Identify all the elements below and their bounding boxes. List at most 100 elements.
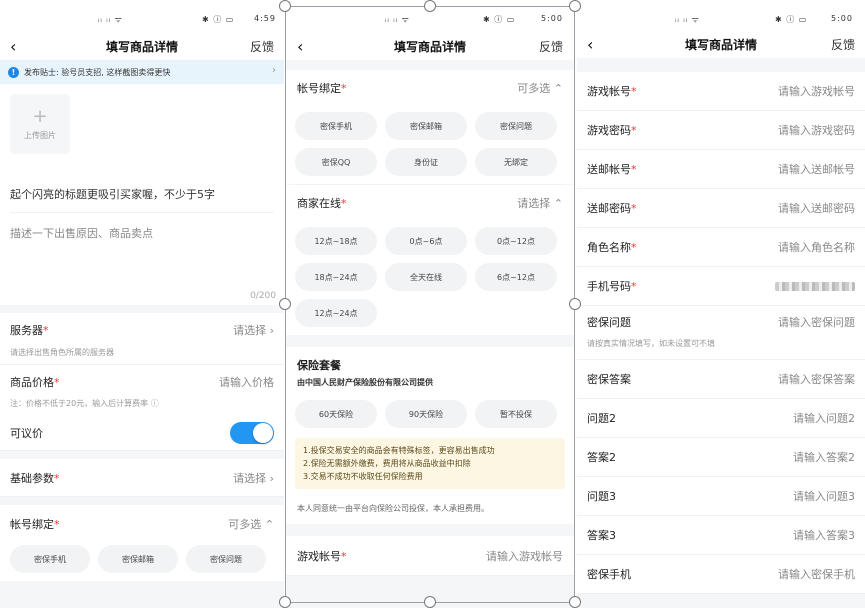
chip-option[interactable]: 密保邮箱: [385, 112, 467, 140]
title-input[interactable]: 起个闪亮的标题更吸引买家喔，不少于5字: [10, 164, 274, 213]
form-row[interactable]: 送邮密码* 请输入送邮密码: [577, 189, 865, 228]
insurance-title: 保险套餐: [285, 347, 575, 375]
chip-option[interactable]: 密保问题: [186, 545, 266, 573]
resize-handle[interactable]: [569, 596, 581, 608]
form-input[interactable]: 请输入答案2: [793, 449, 855, 465]
tip-banner[interactable]: ! 发布贴士: 验号员支招, 这样截图卖得更快 ›: [0, 60, 284, 84]
signal-icon: ᵢₗ ᵢₗ ᯤ: [675, 15, 700, 24]
server-select[interactable]: 请选择 ›: [233, 322, 274, 338]
chip-option[interactable]: 全天在线: [385, 263, 467, 291]
form-row[interactable]: 角色名称* 请输入角色名称: [577, 228, 865, 267]
merchant-online-select[interactable]: 请选择 ⌃: [517, 195, 563, 211]
navbar: ‹ 填写商品详情 反馈: [285, 36, 575, 60]
form-row[interactable]: 密保答案 请输入密保答案: [577, 360, 865, 399]
feedback-button[interactable]: 反馈: [539, 38, 563, 55]
server-label: 服务器: [10, 324, 43, 337]
chip-option[interactable]: 身份证: [385, 148, 467, 176]
form-input[interactable]: 请输入游戏帐号: [778, 83, 855, 99]
chip-option[interactable]: 密保邮箱: [98, 545, 178, 573]
form-label: 送邮密码: [587, 202, 631, 215]
status-icons: ✱ ⓘ ▭: [202, 15, 235, 24]
question-hint: 请按真实情况填写，如未设置可不填: [577, 338, 865, 360]
form-input[interactable]: 请输入游戏密码: [778, 122, 855, 138]
canvas: ᵢₗ ᵢₗ ᯤ ✱ ⓘ ▭ 4:59 ‹ 填写商品详情 反馈 ! 发布贴士: 验…: [0, 0, 865, 608]
form-input[interactable]: 请输入密保问题: [778, 314, 855, 330]
form-row[interactable]: 答案3 请输入答案3: [577, 516, 865, 555]
feedback-button[interactable]: 反馈: [831, 36, 855, 53]
chip-option[interactable]: 18点~24点: [295, 263, 377, 291]
price-label: 商品价格: [10, 375, 54, 389]
form-input[interactable]: 请输入角色名称: [778, 239, 855, 255]
resize-handle[interactable]: [569, 298, 581, 310]
form-row[interactable]: 密保手机 请输入密保手机: [577, 555, 865, 594]
account-binding-row[interactable]: 帐号绑定* 可多选 ⌃: [0, 505, 284, 543]
status-bar: ᵢₗ ᵢₗ ᯤ ✱ ⓘ ▭ 4:59: [0, 0, 284, 36]
form-label: 送邮帐号: [587, 163, 631, 176]
account-binding-label: 帐号绑定: [10, 518, 54, 531]
price-hint: 注：价格不低于20元，输入后计算费率 ⓘ: [0, 398, 284, 415]
chip-option[interactable]: 密保手机: [10, 545, 90, 573]
form-input[interactable]: 请输入密保答案: [778, 371, 855, 387]
base-params-row[interactable]: 基础参数* 请选择 ›: [0, 459, 284, 497]
base-params-label: 基础参数: [10, 471, 54, 485]
upload-image-button[interactable]: + 上传图片: [10, 94, 70, 154]
chip-option[interactable]: 12点~18点: [295, 227, 377, 255]
form-row[interactable]: 问题2 请输入问题2: [577, 399, 865, 438]
description-input[interactable]: 描述一下出售原因、商品卖点 0/200: [0, 213, 284, 305]
resize-handle[interactable]: [424, 596, 436, 608]
resize-handle[interactable]: [279, 596, 291, 608]
form-input[interactable]: 请输入问题3: [793, 488, 855, 504]
feedback-button[interactable]: 反馈: [250, 38, 274, 55]
form-row[interactable]: 手机号码*: [577, 267, 865, 306]
form-label: 密保问题: [587, 316, 631, 329]
game-account-label: 游戏帐号: [297, 549, 341, 563]
merchant-online-header[interactable]: 商家在线* 请选择 ⌃: [285, 185, 575, 221]
game-account-input[interactable]: 请输入游戏帐号: [486, 548, 563, 564]
form-row[interactable]: 问题3 请输入问题3: [577, 477, 865, 516]
account-binding-multi[interactable]: 可多选 ⌃: [517, 80, 563, 96]
insurance-provider: 由中国人民财产保险股份有限公司提供: [285, 375, 575, 392]
negotiable-toggle[interactable]: [230, 421, 274, 444]
account-binding-multi[interactable]: 可多选 ⌃: [228, 516, 274, 532]
form-row[interactable]: 答案2 请输入答案2: [577, 438, 865, 477]
form-label: 游戏帐号: [587, 85, 631, 98]
form-row[interactable]: 送邮帐号* 请输入送邮帐号: [577, 150, 865, 189]
server-row[interactable]: 服务器* 请选择 ›: [0, 313, 284, 347]
form-input[interactable]: 请输入送邮密码: [778, 200, 855, 216]
form-input[interactable]: 请输入答案3: [793, 527, 855, 543]
game-account-row[interactable]: 游戏帐号* 请输入游戏帐号: [285, 536, 575, 576]
chip-option[interactable]: 12点~24点: [295, 299, 377, 327]
signal-icon: ᵢₗ ᵢₗ ᯤ: [385, 15, 410, 24]
form-input[interactable]: 请输入密保手机: [778, 566, 855, 582]
chip-option[interactable]: 无绑定: [475, 148, 557, 176]
form-label: 游戏密码: [587, 124, 631, 137]
chip-option[interactable]: 0点~6点: [385, 227, 467, 255]
form-row[interactable]: 游戏帐号* 请输入游戏帐号: [577, 72, 865, 111]
chip-option[interactable]: 密保手机: [295, 112, 377, 140]
phone-number-redacted[interactable]: [775, 281, 855, 291]
resize-handle[interactable]: [569, 0, 581, 12]
resize-handle[interactable]: [279, 0, 291, 12]
chip-option[interactable]: 6点~12点: [475, 263, 557, 291]
note-line: 3.交易不成功不收取任何保险费用: [303, 472, 423, 481]
resize-handle[interactable]: [279, 298, 291, 310]
base-params-select[interactable]: 请选择 ›: [233, 470, 274, 486]
price-input[interactable]: 请输入价格: [219, 374, 274, 390]
form-row[interactable]: 密保问题 请输入密保问题: [577, 306, 865, 338]
note-line: 1.投保交易安全的商品会有特殊标签，更容易出售成功: [303, 446, 495, 455]
chip-option[interactable]: 密保问题: [475, 112, 557, 140]
form-input[interactable]: 请输入问题2: [793, 410, 855, 426]
price-row[interactable]: 商品价格* 请输入价格: [0, 364, 284, 398]
form-row[interactable]: 游戏密码* 请输入游戏密码: [577, 111, 865, 150]
chip-option[interactable]: 密保QQ: [295, 148, 377, 176]
form-input[interactable]: 请输入送邮帐号: [778, 161, 855, 177]
chip-option[interactable]: 60天保险: [295, 400, 377, 428]
divider: [285, 60, 575, 70]
chip-option[interactable]: 0点~12点: [475, 227, 557, 255]
chip-option[interactable]: 暂不投保: [475, 400, 557, 428]
chip-option[interactable]: 90天保险: [385, 400, 467, 428]
resize-handle[interactable]: [424, 0, 436, 12]
account-binding-header[interactable]: 帐号绑定* 可多选 ⌃: [285, 70, 575, 106]
plus-icon: +: [32, 105, 48, 127]
divider: [577, 58, 865, 72]
